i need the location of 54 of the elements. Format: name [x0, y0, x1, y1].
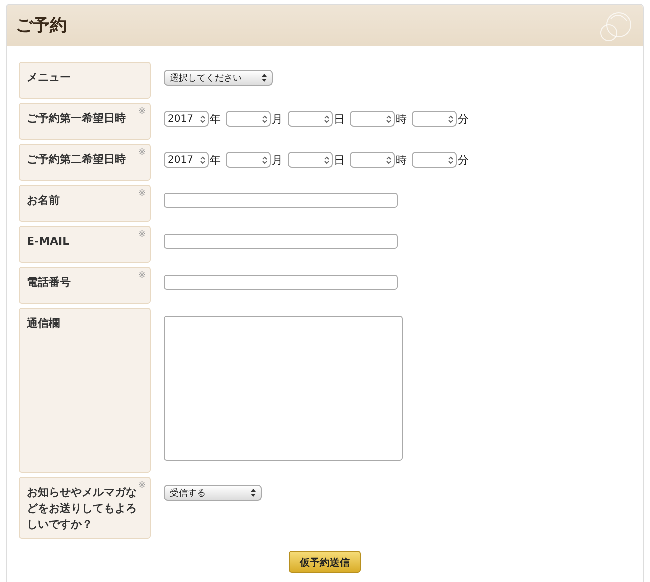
number-field[interactable] — [350, 152, 395, 168]
required-mark: ※ — [138, 230, 146, 240]
field-label: E-MAIL — [27, 234, 71, 250]
number-field[interactable] — [412, 111, 457, 127]
spinner-icon — [262, 115, 268, 124]
unit-label: 月 — [272, 152, 283, 168]
dropdown[interactable]: 受信する — [164, 485, 262, 501]
dropdown-arrows-icon — [251, 489, 256, 497]
spinner-icon — [262, 156, 268, 165]
unit-label: 日 — [334, 152, 345, 168]
dropdown[interactable]: 選択してください — [164, 70, 273, 86]
required-mark: ※ — [138, 107, 146, 117]
message-field[interactable] — [164, 316, 403, 461]
unit-label: 分 — [458, 112, 469, 126]
field-label: お知らせやメルマガなどをお送りしてもよろしいですか？ — [27, 485, 138, 533]
number-field[interactable] — [288, 111, 333, 127]
unit-label: 時 — [396, 152, 407, 168]
field-label: 電話番号 — [27, 275, 72, 291]
unit-label: 年 — [210, 152, 221, 168]
field-label: ご予約第二希望日時 — [27, 152, 127, 168]
spinner-icon — [200, 115, 206, 124]
dropdown-arrows-icon — [262, 74, 267, 82]
spinner-icon — [200, 156, 206, 165]
number-field[interactable]: 2017 — [164, 111, 209, 127]
unit-label: 年 — [210, 112, 221, 126]
section-title: ご予約 — [16, 15, 67, 37]
required-mark: ※ — [138, 189, 146, 199]
submit-button[interactable]: 仮予約送信 — [289, 551, 361, 573]
number-field[interactable] — [412, 152, 457, 168]
spinner-icon — [448, 156, 454, 165]
spinner-icon — [324, 156, 330, 165]
required-mark: ※ — [138, 481, 146, 491]
input-field[interactable] — [164, 193, 398, 208]
field-label: メニュー — [27, 70, 72, 86]
required-mark: ※ — [138, 148, 146, 158]
spinner-icon — [324, 115, 330, 124]
unit-label: 時 — [396, 112, 407, 126]
field-label: ご予約第一希望日時 — [27, 111, 127, 127]
number-field[interactable] — [226, 152, 271, 168]
input-field[interactable] — [164, 275, 398, 290]
required-mark: ※ — [138, 271, 146, 281]
input-field[interactable] — [164, 234, 398, 249]
field-label: 通信欄 — [27, 316, 61, 332]
number-field[interactable]: 2017 — [164, 152, 209, 168]
number-field[interactable] — [288, 152, 333, 168]
spinner-icon — [386, 156, 392, 165]
field-label: お名前 — [27, 193, 61, 209]
number-field[interactable] — [350, 111, 395, 127]
spinner-icon — [386, 115, 392, 124]
spinner-icon — [448, 115, 454, 124]
unit-label: 月 — [272, 112, 283, 126]
unit-label: 日 — [334, 112, 345, 126]
number-field[interactable] — [226, 111, 271, 127]
unit-label: 分 — [458, 152, 469, 168]
